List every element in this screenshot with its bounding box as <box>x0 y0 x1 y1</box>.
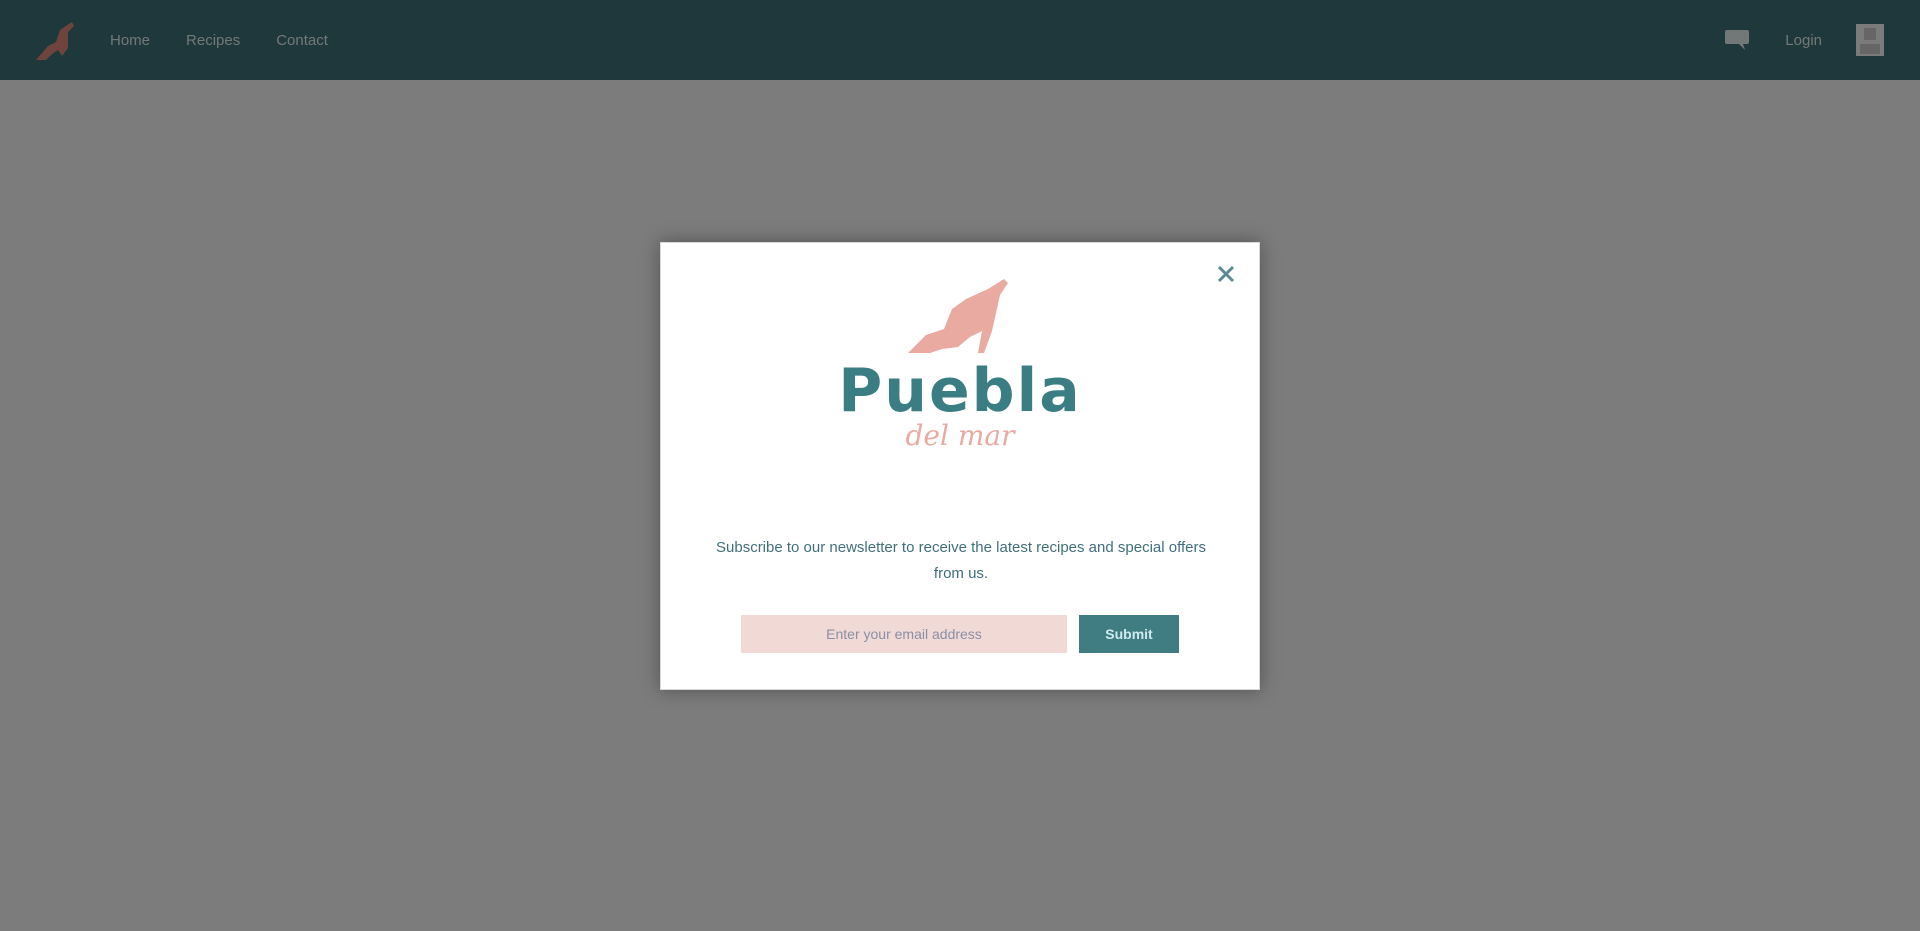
newsletter-message: Subscribe to our newsletter to receive t… <box>716 539 1206 582</box>
brand-name: Puebla <box>838 356 1082 426</box>
brand-logo: Puebla del mar <box>661 273 1259 451</box>
dino-logo-icon <box>908 279 1008 353</box>
newsletter-modal: Puebla del mar Subscribe to our newslett… <box>660 242 1260 690</box>
email-field[interactable] <box>741 615 1067 653</box>
submit-button[interactable]: Submit <box>1079 615 1179 653</box>
subscribe-form: Submit <box>741 615 1181 653</box>
brand-subtitle: del mar <box>905 419 1015 452</box>
